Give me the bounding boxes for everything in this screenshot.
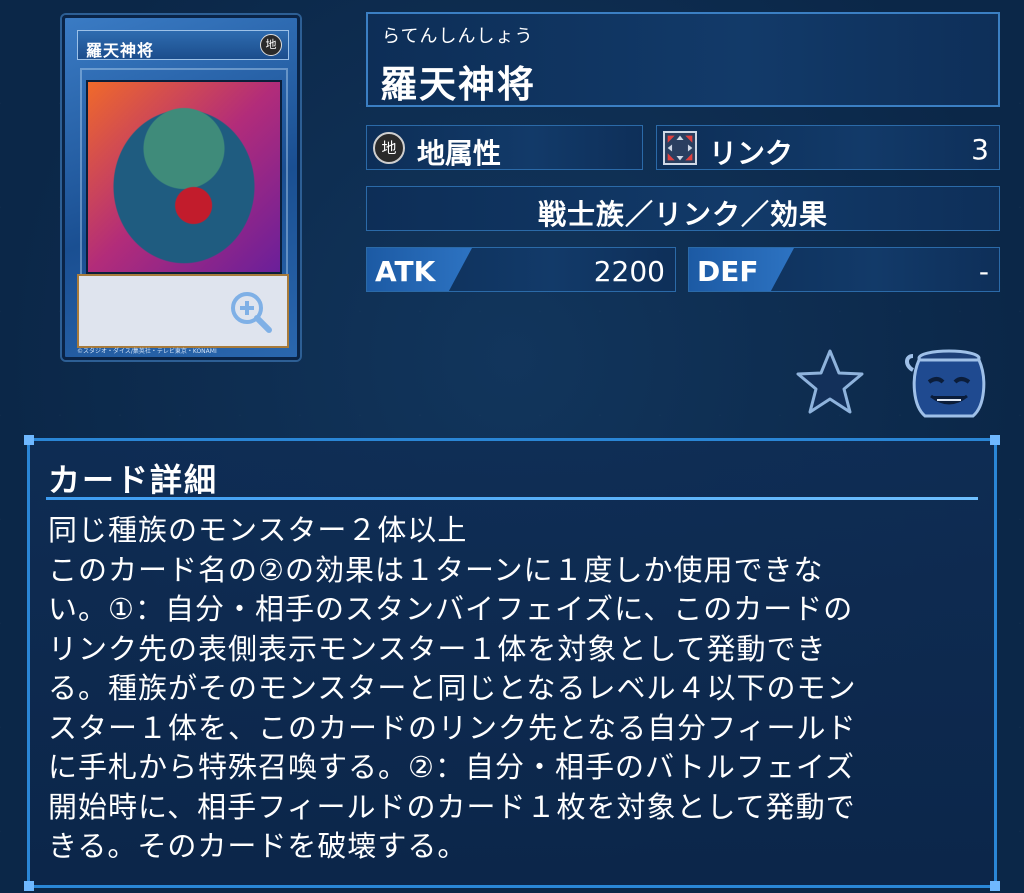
link-label: リンク [709, 137, 794, 170]
pot-icon[interactable] [903, 348, 987, 422]
card-text-box [77, 274, 289, 348]
card-name-bar: 羅天神将 地 [77, 30, 289, 60]
monster-type: 戦士族／リンク／効果 [537, 198, 828, 231]
atk-field: ATK 2200 [366, 247, 676, 292]
favorite-star-icon[interactable] [795, 348, 865, 416]
corner-marker [990, 881, 1000, 891]
atk-label: ATK [375, 255, 436, 288]
detail-title: カード詳細 [48, 461, 219, 499]
card-name: 羅天神将 [380, 63, 536, 106]
link-field: リンク 3 [656, 125, 1000, 170]
effect-line: 開始時に、相手フィールドのカード１枚を対象として発動で [48, 789, 856, 824]
card-artwork [86, 80, 282, 274]
atk-value: 2200 [593, 255, 665, 288]
card-name-panel: らてんしんしょう 羅天神将 [366, 12, 1000, 107]
card-detail-panel: カード詳細 同じ種族のモンスター２体以上 このカード名の②の効果は１ターンに１度… [24, 435, 1000, 891]
corner-marker [990, 435, 1000, 445]
earth-attribute-icon: 地 [373, 132, 405, 164]
effect-line: い。①：自分・相手のスタンバイフェイズに、このカードの [48, 592, 854, 626]
card-copyright: ©スタジオ・ダイス/集英社・テレビ東京・KONAMI [77, 348, 217, 355]
monster-type-field: 戦士族／リンク／効果 [366, 186, 1000, 231]
corner-marker [24, 435, 34, 445]
card-effect-text: 同じ種族のモンスター２体以上 このカード名の②の効果は１ターンに１度しか使用でき… [48, 511, 968, 867]
attribute-field: 地 地属性 [366, 125, 643, 170]
effect-line: 同じ種族のモンスター２体以上 [48, 513, 468, 547]
effect-line: に手札から特殊召喚する。②：自分・相手のバトルフェイズ [48, 750, 855, 784]
effect-line: リンク先の表側表示モンスター１体を対象として発動でき [48, 631, 827, 666]
title-divider [46, 497, 978, 500]
card-frame-name: 羅天神将 [86, 41, 155, 60]
card-image[interactable]: 羅天神将 地 ©スタジオ・ダイス/集英社・テレビ東京・KONAMI [62, 15, 300, 360]
def-label: DEF [697, 255, 759, 288]
zoom-icon[interactable] [227, 288, 275, 336]
effect-line: る。種族がそのモンスターと同じとなるレベル４以下のモン [48, 671, 857, 705]
effect-line: このカード名の②の効果は１ターンに１度しか使用できな [48, 552, 824, 587]
link-arrows-icon [663, 131, 697, 165]
link-rating: 3 [971, 133, 989, 166]
corner-marker [24, 881, 34, 891]
effect-line: きる。そのカードを破壊する。 [48, 829, 468, 863]
def-value: - [978, 255, 989, 288]
def-field: DEF - [688, 247, 1000, 292]
card-reading: らてんしんしょう [382, 26, 534, 47]
card-attribute-icon: 地 [260, 34, 282, 56]
effect-line: スター１体を、このカードのリンク先となる自分フィールド [48, 710, 857, 745]
attribute-label: 地属性 [417, 137, 502, 170]
